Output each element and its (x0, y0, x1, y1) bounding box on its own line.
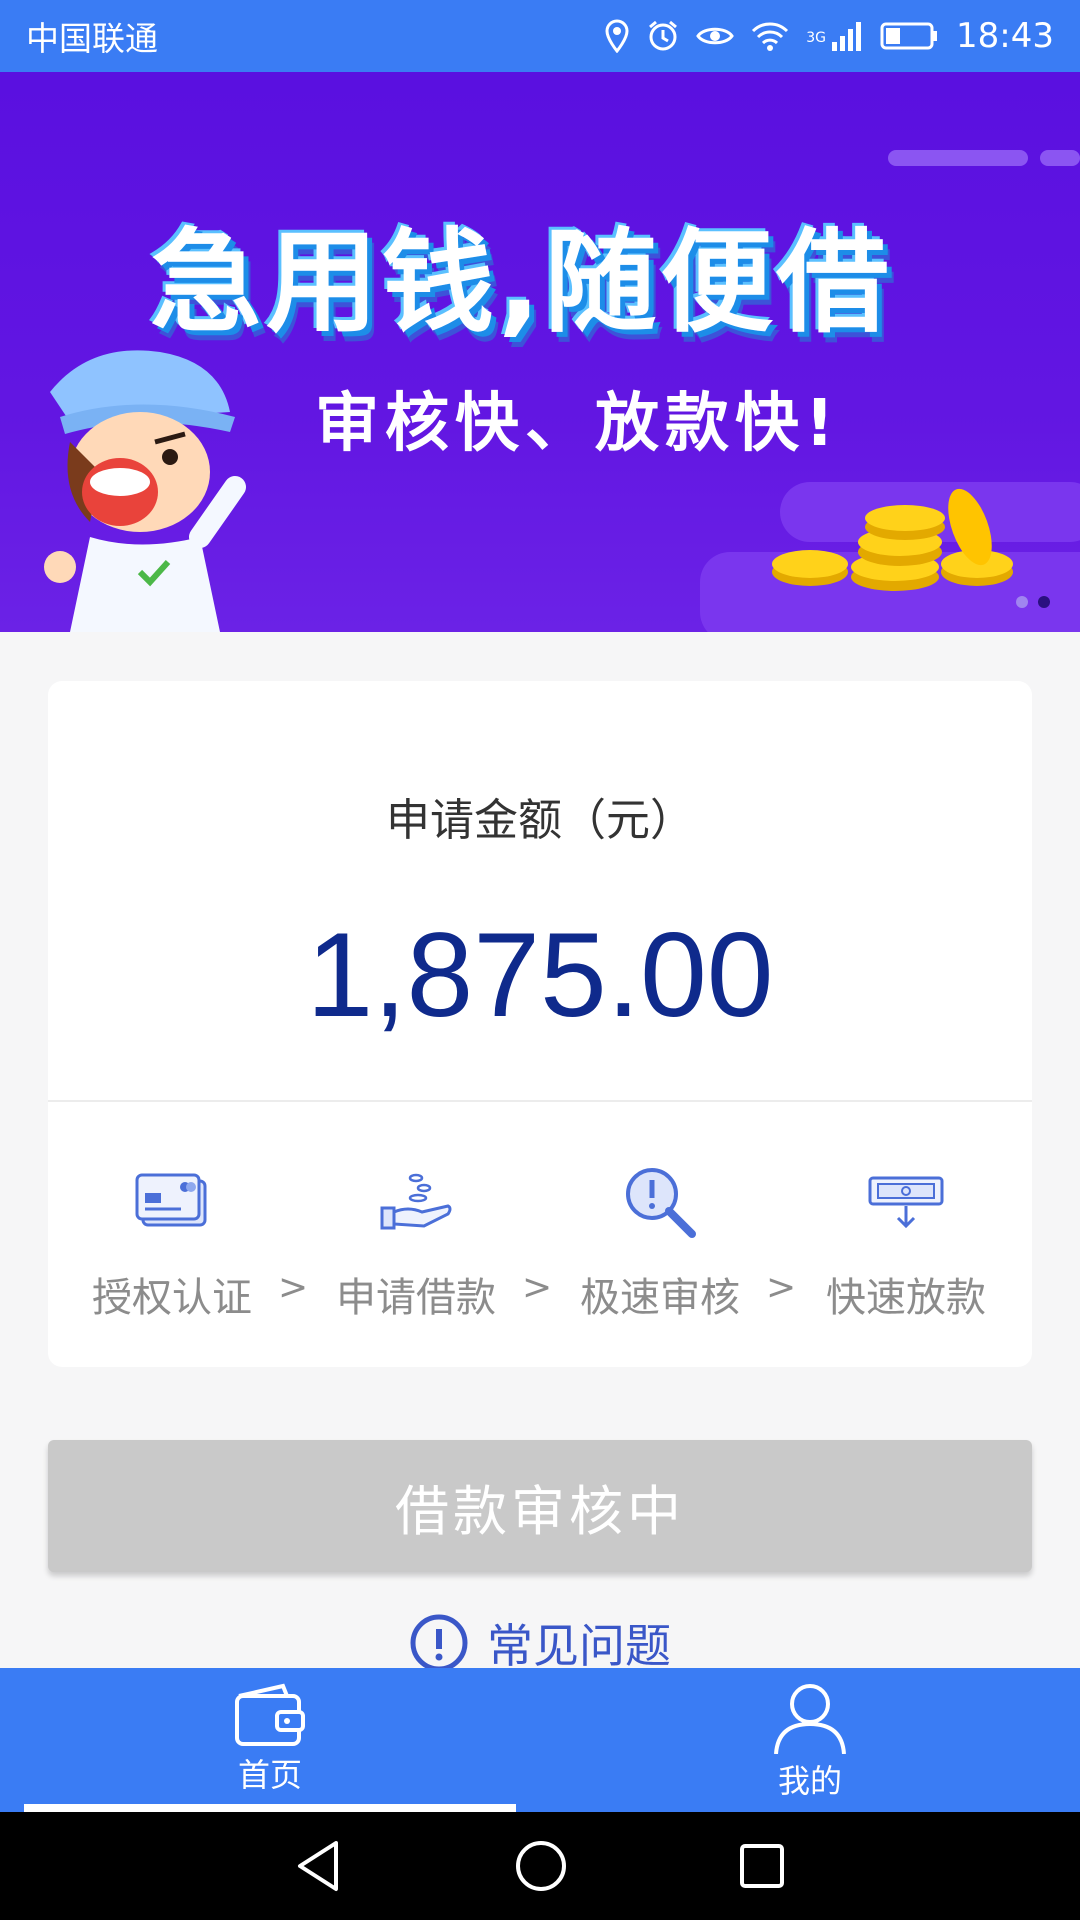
step-disburse: 快速放款 (806, 1157, 1006, 1323)
bottom-nav: 首页 我的 (0, 1668, 1080, 1812)
step-label: 授权认证 (92, 1275, 252, 1321)
step-review: 极速审核 (560, 1157, 760, 1323)
magnifier-alert-icon (626, 1168, 696, 1238)
alert-circle-icon (410, 1614, 468, 1672)
banner-decoration (888, 150, 1028, 166)
loan-card: 申请金额（元） 1,875.00 授权认证 > 申请借款 > 极速审核 > 快速… (48, 681, 1032, 1367)
wallet-icon (235, 1683, 305, 1746)
process-steps: 授权认证 > 申请借款 > 极速审核 > 快速放款 (48, 1157, 1032, 1321)
step-apply: 申请借款 (316, 1157, 516, 1323)
eye-icon (696, 27, 735, 45)
step-separator: > (278, 1267, 309, 1308)
amount-label: 申请金额（元） (386, 795, 694, 846)
status-icons: 3G 18:43 (604, 16, 1054, 56)
system-navigation-bar (0, 1812, 1080, 1920)
faq-link[interactable]: 常见问题 (0, 1610, 1080, 1676)
nav-active-indicator (24, 1804, 516, 1812)
coins-illustration (772, 488, 1013, 591)
banner-decoration (1040, 150, 1080, 166)
user-icon (774, 1684, 846, 1754)
nav-item-profile[interactable]: 我的 (540, 1668, 1080, 1812)
home-circle-icon[interactable] (514, 1839, 568, 1893)
step-separator: > (522, 1267, 553, 1308)
divider (48, 1100, 1032, 1102)
pagination-dot[interactable] (1016, 596, 1028, 608)
step-label: 极速审核 (580, 1275, 740, 1321)
banner-pagination (1016, 596, 1050, 608)
nav-label: 我的 (777, 1762, 842, 1800)
amount-value: 1,875.00 (306, 908, 774, 1042)
nav-label: 首页 (237, 1756, 302, 1794)
recents-square-icon[interactable] (738, 1842, 786, 1890)
step-authorize: 授权认证 (72, 1157, 272, 1323)
cash-out-icon (868, 1176, 944, 1229)
signal-icon (832, 22, 862, 51)
promo-banner[interactable]: 急用钱,随便借 审核快、放款快! (0, 72, 1080, 632)
hand-coin-icon (380, 1173, 452, 1230)
network-type: 3G (806, 30, 827, 46)
pagination-dot-active[interactable] (1038, 596, 1050, 608)
banner-subline: 审核快、放款快! (315, 387, 841, 461)
id-card-icon (135, 1173, 207, 1227)
battery-icon (880, 22, 938, 50)
status-bar: 中国联通 3G 18:43 (0, 0, 1080, 72)
status-time: 18:43 (956, 16, 1054, 56)
alarm-icon (649, 20, 678, 51)
faq-label: 常见问题 (487, 1619, 671, 1673)
loan-status-button[interactable]: 借款审核中 (48, 1440, 1032, 1572)
carrier-name: 中国联通 (26, 19, 158, 58)
nav-item-home[interactable]: 首页 (0, 1668, 540, 1812)
step-label: 快速放款 (826, 1275, 986, 1321)
step-separator: > (766, 1267, 797, 1308)
step-label: 申请借款 (336, 1275, 496, 1321)
banner-headline: 急用钱,随便借 (150, 218, 893, 348)
wifi-icon (752, 22, 789, 51)
back-icon[interactable] (294, 1839, 344, 1893)
mascot-illustration (44, 350, 246, 632)
location-icon (605, 19, 629, 53)
